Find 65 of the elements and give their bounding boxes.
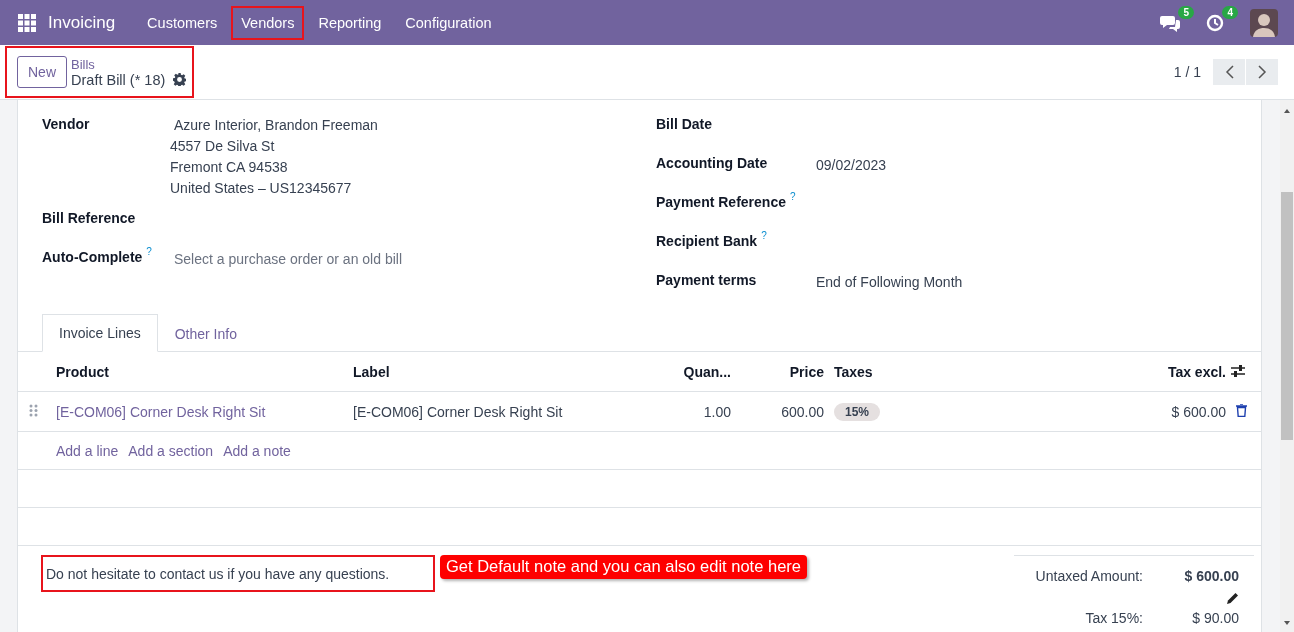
menu-item[interactable]: Customers <box>137 5 228 40</box>
drag-handle-icon[interactable] <box>29 403 38 417</box>
help-mark[interactable]: ? <box>761 230 767 241</box>
field-label: Payment terms <box>656 272 757 288</box>
clock-icon[interactable] <box>1206 13 1224 32</box>
chat-icon[interactable] <box>1160 13 1180 32</box>
table-cell-text: $ 600.00 <box>1170 403 1227 420</box>
breadcrumb-link[interactable]: Bills <box>71 56 187 72</box>
next-button[interactable] <box>1246 59 1278 85</box>
delete-icon[interactable] <box>1236 403 1247 417</box>
total-value: $ 600.00 <box>1183 568 1240 584</box>
settings-icon[interactable] <box>173 73 187 86</box>
previous-button[interactable] <box>1213 59 1245 85</box>
table-cell-text: 1.00 <box>702 403 732 420</box>
menu-item[interactable]: Configuration <box>395 5 502 40</box>
avatar[interactable] <box>1250 8 1278 37</box>
total-label: Tax 15%: <box>1084 609 1143 626</box>
field-label: Bill Date <box>656 116 712 132</box>
note-text[interactable]: Do not hesitate to contact us if you have any questions. <box>41 555 435 592</box>
tab[interactable]: Other Info <box>157 315 254 352</box>
field-value: 09/02/2023 <box>816 156 888 173</box>
field-label: Bill Reference <box>42 210 136 226</box>
table-cell-text: [E-COM06] Corner Desk Right Sit <box>352 403 564 420</box>
new-button[interactable]: New <box>17 56 67 88</box>
column-header: Price <box>788 363 825 380</box>
help-mark[interactable]: ? <box>146 246 152 257</box>
column-header: Tax excl. <box>1166 363 1227 380</box>
pencil-icon[interactable] <box>1227 592 1239 604</box>
menu-item[interactable]: Reporting <box>308 5 392 40</box>
app-menu-icon[interactable] <box>18 13 36 32</box>
app-name: Invoicing <box>48 12 116 33</box>
annotation-callout: Get Default note and you can also edit note here <box>440 555 807 579</box>
field-label: Vendor <box>42 116 90 132</box>
field-label: Recipient Bank <box>656 233 758 249</box>
total-label: Untaxed Amount: <box>1034 568 1143 584</box>
column-header: Taxes <box>833 363 874 380</box>
chevron-right-icon <box>1257 65 1267 79</box>
tax-tag: 15% <box>834 402 881 421</box>
add-link[interactable]: Add a note <box>223 442 291 459</box>
table-cell-text: 600.00 <box>780 403 825 420</box>
field-value: End of Following Month <box>816 273 964 290</box>
add-link[interactable]: Add a line <box>56 442 119 459</box>
add-link[interactable]: Add a section <box>128 442 214 459</box>
input-field[interactable]: Select a purchase order or an old bill <box>174 249 656 267</box>
chevron-left-icon <box>1224 65 1234 79</box>
column-options-icon[interactable] <box>1231 364 1245 377</box>
field-value: 4557 De Silva St <box>170 138 276 154</box>
column-header: Product <box>55 363 110 380</box>
field-label: Accounting Date <box>656 155 768 171</box>
count-badge: 4 <box>1222 5 1238 19</box>
field-label: Payment Reference <box>656 194 786 210</box>
field-value: Azure Interior, Brandon Freeman <box>174 117 379 133</box>
column-header: Quan... <box>682 363 732 380</box>
total-value: $ 90.00 <box>1192 610 1239 626</box>
table-cell-text: [E-COM06] Corner Desk Right Sit <box>55 403 267 420</box>
field-value: Fremont CA 94538 <box>170 159 289 175</box>
field-value: United States – US12345677 <box>170 180 353 196</box>
pager-value: 1 / 1 <box>1173 64 1201 80</box>
tab[interactable]: Invoice Lines <box>42 314 158 352</box>
count-badge: 5 <box>1178 5 1194 19</box>
field-label: Auto-Complete <box>42 249 143 265</box>
help-mark[interactable]: ? <box>789 191 796 202</box>
record-title: Draft Bill (* 18) <box>71 71 166 88</box>
menu-item[interactable]: Vendors <box>231 5 305 40</box>
column-header: Label <box>352 363 391 380</box>
